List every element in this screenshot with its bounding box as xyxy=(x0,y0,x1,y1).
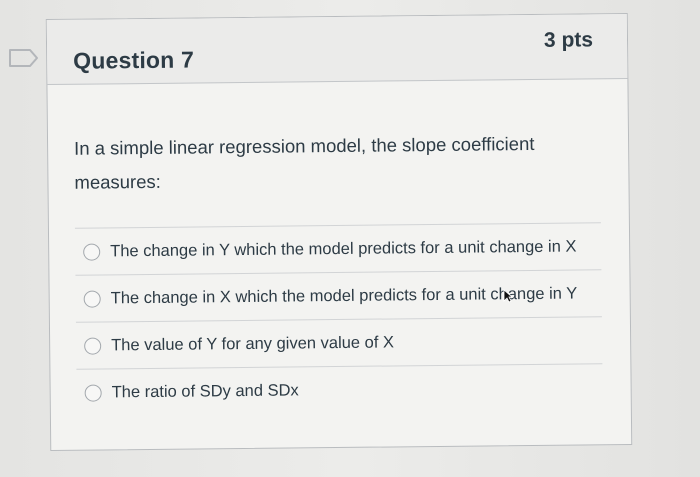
answer-list: The change in Y which the model predicts… xyxy=(74,222,603,416)
radio-button-icon[interactable] xyxy=(83,289,101,308)
question-points: 3 pts xyxy=(543,28,594,52)
question-title: Question 7 xyxy=(73,46,195,74)
answer-label: The ratio of SDy and SDx xyxy=(111,380,299,401)
question-header: Question 7 3 pts xyxy=(46,13,628,86)
answer-label: The change in Y which the model predicts… xyxy=(110,237,577,260)
question-text: In a simple linear regression model, the… xyxy=(73,132,535,193)
answer-option-3[interactable]: The value of Y for any given value of X xyxy=(75,316,603,369)
radio-button-icon[interactable] xyxy=(83,243,101,261)
radio-button-icon[interactable] xyxy=(84,336,102,355)
question-card: Question 7 3 pts In a simple linear regr… xyxy=(45,12,633,452)
radio-button-icon[interactable] xyxy=(84,383,102,402)
bookmark-flag-icon[interactable] xyxy=(8,48,40,68)
answer-option-4[interactable]: The ratio of SDy and SDx xyxy=(76,363,603,416)
answer-label: The value of Y for any given value of X xyxy=(111,332,395,354)
mouse-pointer-icon xyxy=(503,289,514,303)
answer-option-1[interactable]: The change in Y which the model predicts… xyxy=(74,222,602,275)
answer-option-2[interactable]: The change in X which the model predicts… xyxy=(75,269,602,322)
